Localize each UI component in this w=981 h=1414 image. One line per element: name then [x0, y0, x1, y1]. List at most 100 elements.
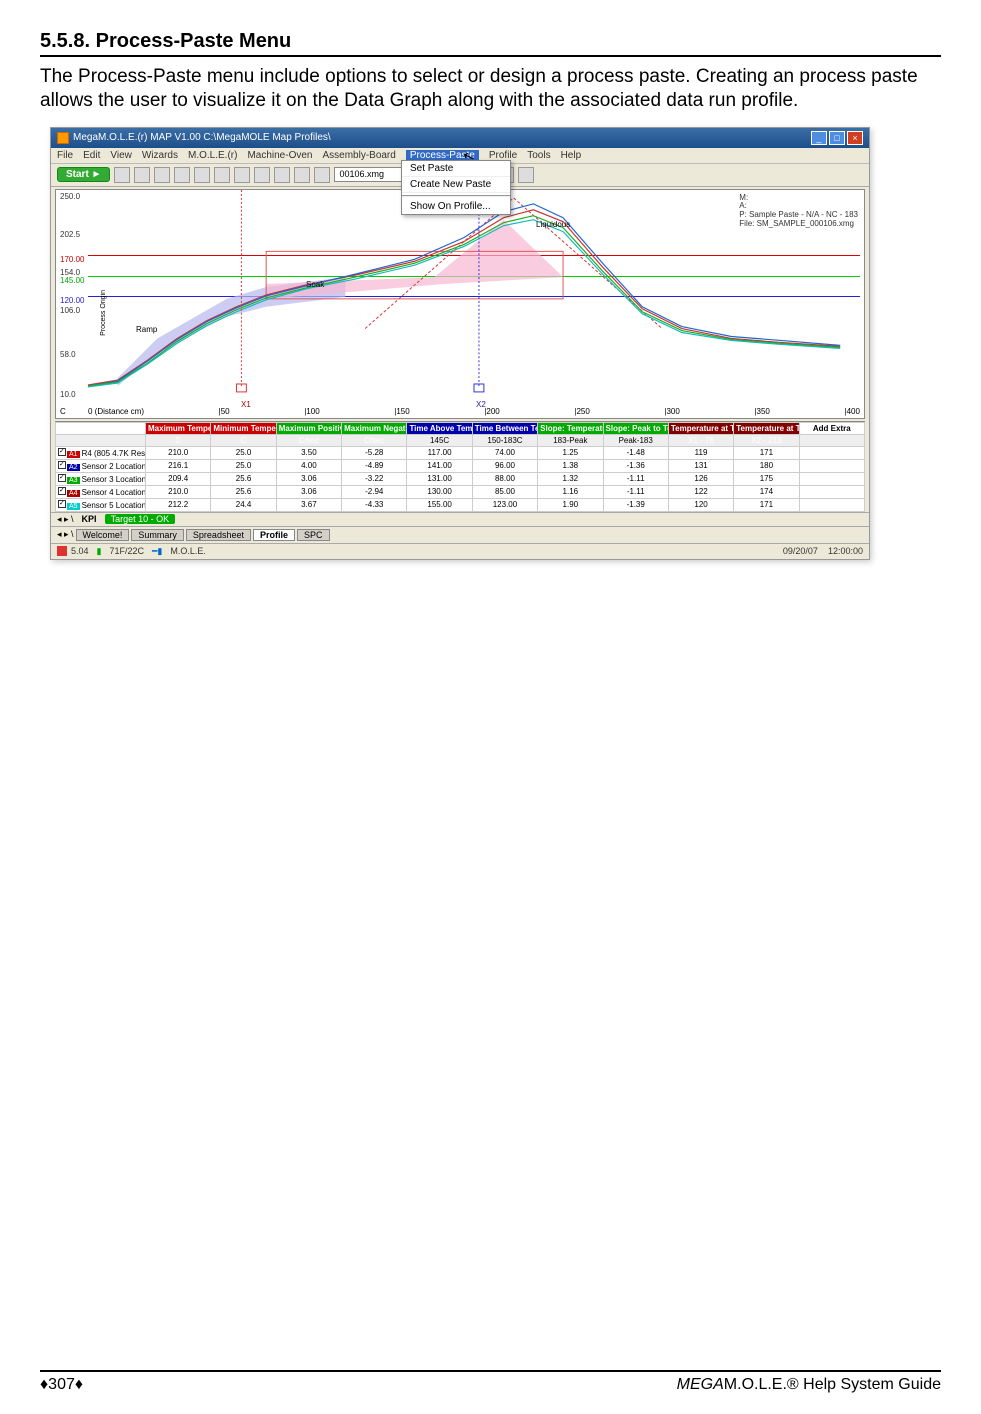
tool-icon[interactable]: [214, 167, 230, 183]
data-cell: 25.0: [211, 446, 276, 459]
unit-cell: X1 - 76: [668, 434, 733, 446]
menu-tools[interactable]: Tools: [527, 150, 550, 161]
data-cell: 122: [668, 485, 733, 498]
help-icon[interactable]: [314, 167, 330, 183]
minimize-button[interactable]: _: [811, 131, 827, 145]
unit-cell: C: [211, 434, 276, 446]
menu-help[interactable]: Help: [561, 150, 582, 161]
data-cell: -4.33: [342, 498, 407, 511]
data-cell: 1.90: [538, 498, 603, 511]
ramp-label: Ramp: [136, 325, 157, 334]
data-cell: 3.06: [276, 472, 341, 485]
col-header: Time Between Temperature: [472, 422, 537, 434]
sheet-tabs: ◂ ▸ \ Welcome!SummarySpreadsheetProfileS…: [51, 526, 869, 543]
unit-cell: [799, 434, 864, 446]
sensor-badge: A2: [67, 464, 80, 471]
col-header: Time Above Temperature Reference: Rising…: [407, 422, 472, 434]
sensor-checkbox[interactable]: [58, 487, 66, 495]
kpi-target: Target 10 - OK: [105, 514, 176, 524]
soak-label: Soak: [306, 280, 324, 289]
col-header: Temperature at Time Reference: [668, 422, 733, 434]
thermal-curves: [88, 190, 860, 398]
sensor-checkbox[interactable]: [58, 448, 66, 456]
table-row: A2Sensor 2 Location.216.125.04.00-4.8914…: [56, 459, 865, 472]
c-unit: C: [60, 407, 66, 416]
data-cell: 212.2: [146, 498, 211, 511]
save-icon[interactable]: [134, 167, 150, 183]
data-cell: 155.00: [407, 498, 472, 511]
menu-view[interactable]: View: [110, 150, 132, 161]
maximize-button[interactable]: □: [829, 131, 845, 145]
data-cell: 120: [668, 498, 733, 511]
tool-icon[interactable]: [234, 167, 250, 183]
data-cell: 209.4: [146, 472, 211, 485]
process-paste-dropdown: Set PasteCreate New Paste Show On Profile…: [401, 160, 511, 215]
data-cell: 25.0: [211, 459, 276, 472]
data-cell: 119: [668, 446, 733, 459]
table-row: A4Sensor 4 Location.210.025.63.06-2.9413…: [56, 485, 865, 498]
page-number: ♦307♦: [40, 1376, 83, 1394]
col-header: Temperature at Time Reference: [734, 422, 799, 434]
menu-machineoven[interactable]: Machine-Oven: [247, 150, 312, 161]
zoom-in-icon[interactable]: [174, 167, 190, 183]
col-header: Maximum Negative Slope: [342, 422, 407, 434]
data-table: Maximum TemperatureMinimum TemperatureMa…: [55, 421, 865, 512]
menu-item-createnewpaste[interactable]: Create New Paste: [402, 177, 510, 193]
app-icon: [57, 132, 69, 144]
col-header: Maximum Temperature: [146, 422, 211, 434]
sensor-badge: A1: [67, 451, 80, 458]
sensor-checkbox[interactable]: [58, 474, 66, 482]
table-row: A3Sensor 3 Location.209.425.63.06-3.2213…: [56, 472, 865, 485]
data-cell: 171: [734, 446, 799, 459]
table-row: A5Sensor 5 Location.212.224.43.67-4.3315…: [56, 498, 865, 511]
data-cell: 25.6: [211, 472, 276, 485]
tool-icon[interactable]: [254, 167, 270, 183]
data-cell: -2.94: [342, 485, 407, 498]
menu-assemblyboard[interactable]: Assembly-Board: [322, 150, 395, 161]
menu-moler[interactable]: M.O.L.E.(r): [188, 150, 237, 161]
tab-profile[interactable]: Profile: [253, 529, 295, 541]
data-cell: 123.00: [472, 498, 537, 511]
top-icon[interactable]: [518, 167, 534, 183]
menu-item-setpaste[interactable]: Set Paste: [402, 161, 510, 177]
data-cell: 3.06: [276, 485, 341, 498]
tab-summary[interactable]: Summary: [131, 529, 184, 541]
open-icon[interactable]: [114, 167, 130, 183]
tab-spc[interactable]: SPC: [297, 529, 330, 541]
start-button[interactable]: Start ►: [57, 167, 110, 182]
tool-icon[interactable]: [274, 167, 290, 183]
unit-cell: C/sec: [276, 434, 341, 446]
data-cell: 1.25: [538, 446, 603, 459]
menu-file[interactable]: File: [57, 150, 73, 161]
data-cell: 1.16: [538, 485, 603, 498]
tool-icon[interactable]: [294, 167, 310, 183]
data-cell: 171: [734, 498, 799, 511]
y-tick: 145.00: [60, 276, 84, 285]
col-header: Slope: Temperature to Peak: [538, 422, 603, 434]
section-paragraph: The Process-Paste menu include options t…: [40, 65, 941, 113]
data-cell: -1.36: [603, 459, 668, 472]
liquidous-label: Liquidous: [536, 220, 570, 229]
y-tick: 250.0: [60, 192, 80, 201]
y-tick: 202.5: [60, 230, 80, 239]
menu-wizards[interactable]: Wizards: [142, 150, 178, 161]
data-cell: 210.0: [146, 446, 211, 459]
sensor-checkbox[interactable]: [58, 500, 66, 508]
unit-cell: C: [146, 434, 211, 446]
tab-spreadsheet[interactable]: Spreadsheet: [186, 529, 251, 541]
col-header: Maximum Positive Slope: [276, 422, 341, 434]
data-cell: 74.00: [472, 446, 537, 459]
data-cell: -1.11: [603, 485, 668, 498]
zoom-out-icon[interactable]: [194, 167, 210, 183]
close-button[interactable]: ×: [847, 131, 863, 145]
menu-item-showonprofile[interactable]: Show On Profile...: [402, 199, 510, 214]
print-icon[interactable]: [154, 167, 170, 183]
data-cell: 126: [668, 472, 733, 485]
sensor-checkbox[interactable]: [58, 461, 66, 469]
menu-edit[interactable]: Edit: [83, 150, 100, 161]
process-origin-label: Process Origin: [100, 290, 107, 336]
tab-welcome[interactable]: Welcome!: [76, 529, 130, 541]
kpi-row: ◂ ▸ \ KPI Target 10 - OK: [51, 512, 869, 526]
data-cell: -1.39: [603, 498, 668, 511]
unit-cell: 145C: [407, 434, 472, 446]
